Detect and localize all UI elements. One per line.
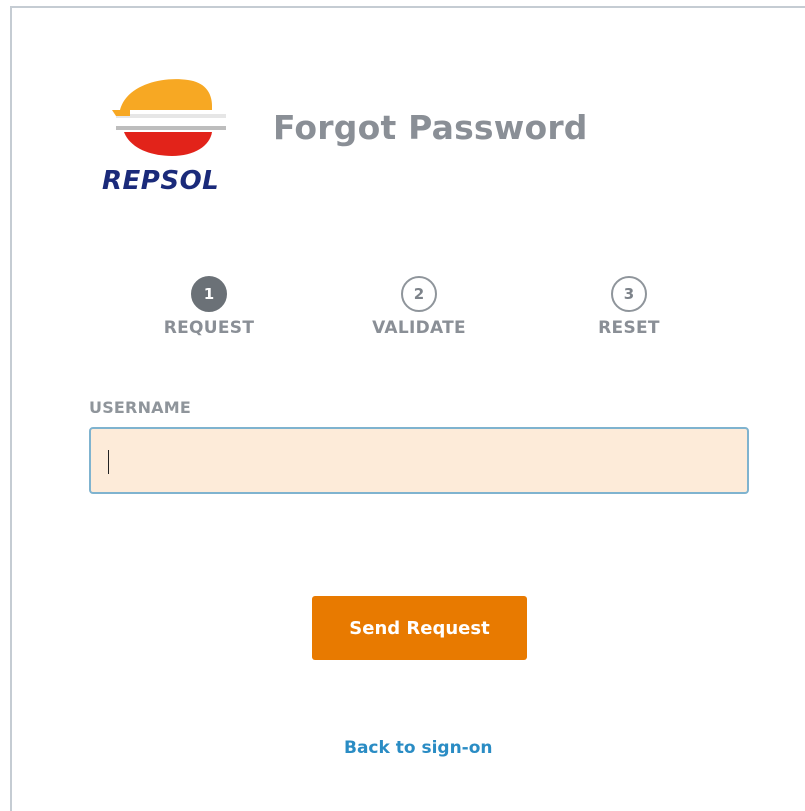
- repsol-logo: REPSOL: [100, 76, 242, 198]
- send-request-button[interactable]: Send Request: [312, 596, 527, 660]
- step-number-circle: 1: [191, 276, 227, 312]
- repsol-logo-mark: [112, 79, 226, 156]
- step-validate: 2 VALIDATE: [349, 276, 489, 338]
- step-number-circle: 3: [611, 276, 647, 312]
- back-to-sign-on-link[interactable]: Back to sign-on: [344, 738, 493, 758]
- step-reset: 3 RESET: [559, 276, 699, 338]
- username-input[interactable]: [89, 427, 749, 494]
- step-request: 1 REQUEST: [139, 276, 279, 338]
- step-label: REQUEST: [163, 318, 255, 338]
- username-label: USERNAME: [89, 398, 191, 417]
- page-title: Forgot Password: [273, 108, 588, 147]
- step-label: VALIDATE: [372, 318, 466, 338]
- repsol-logo-text: REPSOL: [102, 166, 220, 196]
- page: REPSOL Forgot Password 1 REQUEST 2 VALID…: [0, 0, 805, 811]
- text-caret: [108, 450, 109, 474]
- step-number-circle: 2: [401, 276, 437, 312]
- step-label: RESET: [598, 318, 660, 338]
